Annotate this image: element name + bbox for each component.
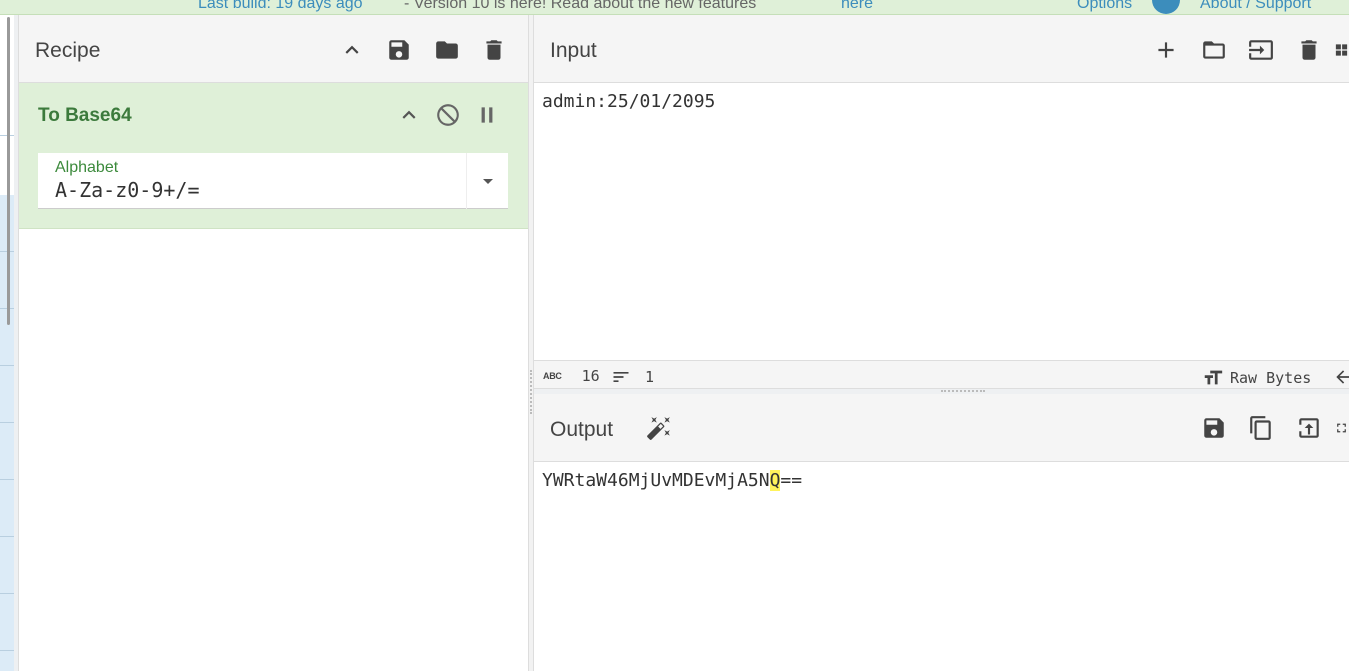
folder-open-icon <box>1203 41 1225 59</box>
recipe-header: Recipe <box>19 15 528 83</box>
disable-icon <box>437 104 459 126</box>
alphabet-select[interactable]: Alphabet A-Za-z0-9+/= <box>38 153 508 209</box>
lines-stat: 1 <box>611 367 654 387</box>
output-text-main: YWRtaW46MjUvMDEvMjA5N <box>542 470 770 491</box>
operation-breakpoint-button[interactable] <box>471 99 503 131</box>
length-value: 16 <box>581 367 600 385</box>
fullscreen-icon <box>1337 423 1346 433</box>
magic-button[interactable] <box>643 412 675 444</box>
top-banner: Last build: 19 days ago - Version 10 is … <box>0 0 1349 15</box>
eol-selector[interactable] <box>1333 367 1349 387</box>
resize-handle[interactable] <box>530 370 533 414</box>
replace-input-button[interactable] <box>1293 412 1325 444</box>
output-text-tail: == <box>780 470 803 491</box>
folder-icon <box>436 41 458 59</box>
version-notice: - Version 10 is here! Read about the new… <box>404 0 757 12</box>
dropdown-toggle[interactable] <box>466 153 508 209</box>
open-folder-button[interactable] <box>1198 34 1230 66</box>
operation-disable-button[interactable] <box>432 99 464 131</box>
lines-icon <box>613 372 629 382</box>
input-status-bar: ABC 16 1 Raw Bytes <box>534 360 1349 389</box>
input-pane: Input admin:25/01/2095 ABC 16 1 Raw Byte… <box>534 15 1349 389</box>
whats-new-link[interactable]: here <box>841 0 873 13</box>
open-in-icon <box>1299 418 1319 438</box>
input-title: Input <box>550 39 597 62</box>
output-header: Output <box>534 394 1349 462</box>
options-link[interactable]: Options <box>1077 0 1132 13</box>
copy-icon <box>1250 416 1271 440</box>
save-recipe-button[interactable] <box>383 34 415 66</box>
abc-icon: ABC <box>543 371 562 381</box>
reset-layout-button[interactable] <box>1334 34 1349 66</box>
operations-scrollbar[interactable] <box>7 17 10 325</box>
length-stat: ABC 16 <box>543 367 600 385</box>
pause-icon <box>481 107 493 123</box>
about-support-link[interactable]: About / Support <box>1200 0 1311 13</box>
clear-input-button[interactable] <box>1293 34 1325 66</box>
arrow-left-icon <box>1336 370 1349 384</box>
chevron-up-icon <box>345 45 359 54</box>
encoding-selector[interactable]: Raw Bytes <box>1202 367 1311 389</box>
chevron-up-icon <box>402 110 416 119</box>
open-file-button[interactable] <box>1245 34 1277 66</box>
lines-value: 1 <box>645 368 655 386</box>
collapse-all-button[interactable] <box>336 34 368 66</box>
operation-title: To Base64 <box>38 105 132 126</box>
operation-to-base64[interactable]: To Base64 Alphabet A-Za-z0-9+/= <box>19 83 528 229</box>
input-header: Input <box>534 15 1349 83</box>
output-title: Output <box>550 418 614 441</box>
magic-wand-icon <box>647 417 670 440</box>
caret-down-icon <box>482 178 493 184</box>
trash-icon <box>1301 40 1317 60</box>
layout-icon <box>1335 44 1348 56</box>
operation-collapse-button[interactable] <box>393 99 425 131</box>
alphabet-label: Alphabet <box>55 159 119 176</box>
maximise-output-button[interactable] <box>1334 412 1349 444</box>
add-input-button[interactable] <box>1150 34 1182 66</box>
last-build-link[interactable]: Last build: 19 days ago <box>198 0 363 13</box>
alphabet-value: A-Za-z0-9+/= <box>55 178 200 202</box>
load-recipe-button[interactable] <box>431 34 463 66</box>
trash-icon <box>486 40 502 60</box>
input-file-icon <box>1249 40 1273 60</box>
text-size-icon <box>1204 370 1223 385</box>
encoding-value: Raw Bytes <box>1230 369 1312 387</box>
output-pane: Output YWRtaW46MjUvMDEvMjA5NQ== <box>534 394 1349 671</box>
save-icon <box>389 40 409 60</box>
save-icon <box>1204 418 1224 438</box>
gear-icon[interactable] <box>1152 0 1180 14</box>
clear-recipe-button[interactable] <box>478 34 510 66</box>
plus-icon <box>1158 42 1174 58</box>
recipe-pane: Recipe To Base64 Alphabet A-Za-z0-9+/= <box>19 15 528 671</box>
save-output-button[interactable] <box>1198 412 1230 444</box>
input-textarea[interactable]: admin:25/01/2095 <box>542 91 715 112</box>
recipe-title: Recipe <box>35 39 101 62</box>
operations-panel-edge <box>0 15 14 671</box>
output-text[interactable]: YWRtaW46MjUvMDEvMjA5NQ== <box>542 470 802 491</box>
output-highlight: Q <box>769 470 781 491</box>
copy-output-button[interactable] <box>1245 412 1277 444</box>
resize-handle[interactable] <box>941 390 985 393</box>
